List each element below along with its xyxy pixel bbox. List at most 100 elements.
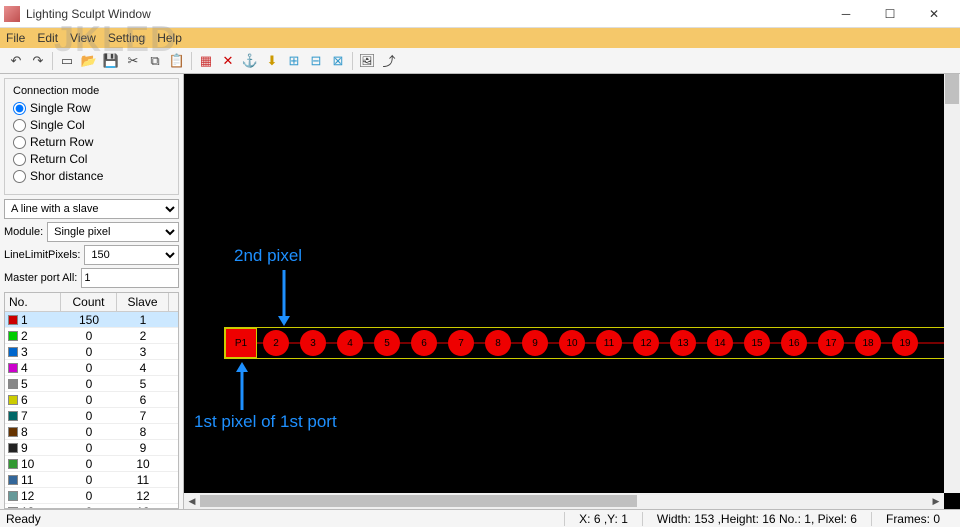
radio-shor-distance[interactable] <box>13 170 26 183</box>
row-count: 0 <box>61 377 117 391</box>
export-icon[interactable]: ⤴ <box>379 51 399 71</box>
linelimit-select[interactable]: 150 <box>84 245 179 265</box>
pixel-dot[interactable]: 14 <box>707 330 733 356</box>
cut-icon[interactable]: ✂ <box>123 51 143 71</box>
status-ready: Ready <box>6 512 186 526</box>
image-icon[interactable]: 🖼 <box>357 51 377 71</box>
select-icon[interactable]: ⊞ <box>284 51 304 71</box>
status-xy: X: 6 ,Y: 1 <box>564 512 642 526</box>
row-slave: 12 <box>117 489 169 503</box>
pixel-dot[interactable]: 18 <box>855 330 881 356</box>
scroll-right-icon[interactable]: ▶ <box>928 493 944 509</box>
table-row[interactable]: 505 <box>5 376 178 392</box>
col-no: No. <box>5 293 61 311</box>
radio-single-col[interactable] <box>13 119 26 132</box>
radio-return-row[interactable] <box>13 136 26 149</box>
copy-icon[interactable]: ⧉ <box>145 51 165 71</box>
module-select[interactable]: Single pixel <box>47 222 179 242</box>
radio-label: Single Row <box>30 101 91 115</box>
table-row[interactable]: 303 <box>5 344 178 360</box>
grid-icon[interactable]: ▦ <box>196 51 216 71</box>
menu-edit[interactable]: Edit <box>37 31 58 45</box>
masterport-input[interactable] <box>81 268 179 288</box>
delete-icon[interactable]: ✕ <box>218 51 238 71</box>
pixel-dot[interactable]: 8 <box>485 330 511 356</box>
scrollbar-vertical[interactable] <box>944 74 960 493</box>
pixel-dot[interactable]: 9 <box>522 330 548 356</box>
table-row[interactable]: 606 <box>5 392 178 408</box>
maximize-button[interactable]: ☐ <box>868 0 912 28</box>
save-icon[interactable]: 💾 <box>101 51 121 71</box>
menu-setting[interactable]: Setting <box>108 31 145 45</box>
table-row[interactable]: 909 <box>5 440 178 456</box>
col-count: Count <box>61 293 117 311</box>
pixel-dot[interactable]: 5 <box>374 330 400 356</box>
pixel-dot[interactable]: 15 <box>744 330 770 356</box>
menu-bar: File Edit View Setting Help <box>0 28 960 48</box>
table-row[interactable]: 11011 <box>5 472 178 488</box>
row-slave: 13 <box>117 505 169 509</box>
canvas-area[interactable]: 2nd pixel P1 23456789 10 11 12 13 14 15 16 17 18 1… <box>184 74 960 509</box>
separator <box>191 52 192 70</box>
row-no: 12 <box>21 489 34 503</box>
minimize-button[interactable]: ─ <box>824 0 868 28</box>
redo-icon[interactable]: ↷ <box>28 51 48 71</box>
pixel-dot[interactable]: 12 <box>633 330 659 356</box>
pixel-dot[interactable]: 19 <box>892 330 918 356</box>
menu-view[interactable]: View <box>70 31 96 45</box>
table-row[interactable]: 707 <box>5 408 178 424</box>
radio-single-row[interactable] <box>13 102 26 115</box>
row-slave: 4 <box>117 361 169 375</box>
toolbar: ↶ ↷ ▭ 📂 💾 ✂ ⧉ 📋 ▦ ✕ ⚓ ⬇ ⊞ ⊟ ⊠ 🖼 ⤴ <box>0 48 960 74</box>
table-row[interactable]: 11501 <box>5 312 178 328</box>
pixel-dot[interactable]: 4 <box>337 330 363 356</box>
menu-help[interactable]: Help <box>157 31 182 45</box>
menu-file[interactable]: File <box>6 31 25 45</box>
annotation-2nd-pixel: 2nd pixel <box>234 246 302 266</box>
scrollbar-thumb[interactable] <box>945 74 959 104</box>
open-icon[interactable]: 📂 <box>79 51 99 71</box>
pixel-dot[interactable]: 13 <box>670 330 696 356</box>
radio-return-col[interactable] <box>13 153 26 166</box>
paste-icon[interactable]: 📋 <box>167 51 187 71</box>
pixel-dot[interactable]: 16 <box>781 330 807 356</box>
link-icon[interactable]: ⊠ <box>328 51 348 71</box>
status-dims: Width: 153 ,Height: 16 No.: 1, Pixel: 6 <box>642 512 871 526</box>
scrollbar-horizontal[interactable]: ◀ ▶ <box>184 493 944 509</box>
color-swatch <box>8 427 18 437</box>
row-count: 0 <box>61 505 117 509</box>
color-swatch <box>8 315 18 325</box>
pixel-dot[interactable]: 7 <box>448 330 474 356</box>
down-icon[interactable]: ⬇ <box>262 51 282 71</box>
row-slave: 10 <box>117 457 169 471</box>
pixel-dot[interactable]: 6 <box>411 330 437 356</box>
line-mode-select[interactable]: A line with a slave <box>4 199 179 219</box>
sidebar: Connection mode Single RowSingle ColRetu… <box>0 74 184 509</box>
row-slave: 6 <box>117 393 169 407</box>
canvas[interactable]: 2nd pixel P1 23456789 10 11 12 13 14 15 16 17 18 1… <box>184 74 960 509</box>
pixel-dot[interactable]: 2 <box>263 330 289 356</box>
row-count: 0 <box>61 425 117 439</box>
scrollbar-thumb[interactable] <box>200 495 637 507</box>
scrollbar-track[interactable] <box>200 494 928 508</box>
table-row[interactable]: 13013 <box>5 504 178 508</box>
pixel-first[interactable]: P1 <box>225 328 257 358</box>
table-row[interactable]: 12012 <box>5 488 178 504</box>
row-no: 9 <box>21 441 28 455</box>
table-row[interactable]: 202 <box>5 328 178 344</box>
scroll-left-icon[interactable]: ◀ <box>184 493 200 509</box>
table-row[interactable]: 404 <box>5 360 178 376</box>
table-row[interactable]: 10010 <box>5 456 178 472</box>
pixel-dot[interactable]: 10 <box>559 330 585 356</box>
close-button[interactable]: ✕ <box>912 0 956 28</box>
anchor-icon[interactable]: ⚓ <box>240 51 260 71</box>
color-swatch <box>8 475 18 485</box>
pixel-dot[interactable]: 17 <box>818 330 844 356</box>
grid2-icon[interactable]: ⊟ <box>306 51 326 71</box>
row-count: 0 <box>61 473 117 487</box>
pixel-dot[interactable]: 3 <box>300 330 326 356</box>
undo-icon[interactable]: ↶ <box>6 51 26 71</box>
new-icon[interactable]: ▭ <box>57 51 77 71</box>
table-row[interactable]: 808 <box>5 424 178 440</box>
pixel-dot[interactable]: 11 <box>596 330 622 356</box>
